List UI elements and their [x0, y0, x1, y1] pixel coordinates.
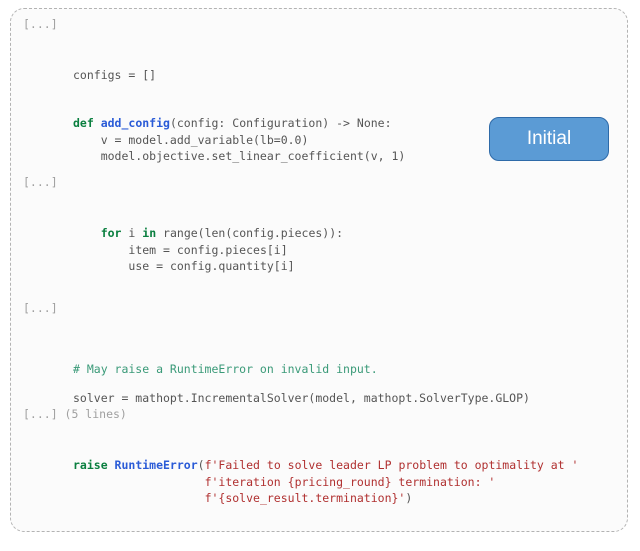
ellipsis-bottom: [...] (5 lines) — [23, 407, 127, 421]
indent — [73, 475, 205, 489]
keyword-in: in — [135, 226, 163, 240]
code-block-1: configs = [] — [73, 67, 156, 84]
loop-iter: range(len(config.pieces)): — [163, 226, 343, 240]
keyword-def: def — [73, 116, 101, 130]
indent — [73, 259, 101, 273]
badge-label: Initial — [527, 128, 571, 150]
function-signature: (config: Configuration) -> None: — [170, 116, 392, 130]
code-block-4: # May raise a RuntimeError on invalid in… — [73, 361, 530, 406]
code-line: solver = mathopt.IncrementalSolver(model… — [73, 391, 530, 405]
keyword-for: for — [101, 226, 129, 240]
function-name: add_config — [101, 116, 170, 130]
keyword-raise: raise — [73, 458, 115, 472]
paren-open: ( — [198, 458, 205, 472]
ellipsis-mid-2: [...] — [23, 301, 58, 315]
comment-line: # May raise a RuntimeError on invalid in… — [73, 362, 378, 376]
error-class: RuntimeError — [115, 458, 198, 472]
code-block-3: for i in range(len(config.pieces)): item… — [73, 225, 343, 275]
fstring-3: f'{solve_result.termination}' — [205, 491, 406, 505]
fstring-1: f'Failed to solve leader LP problem to o… — [205, 458, 579, 472]
ellipsis-mid-1: [...] — [23, 175, 58, 189]
code-block-2: def add_config(config: Configuration) ->… — [73, 115, 405, 165]
indent — [73, 491, 205, 505]
code-line: configs = [] — [73, 68, 156, 82]
code-panel: [...] configs = [] def add_config(config… — [10, 8, 628, 532]
fstring-2: f'iteration {pricing_round} termination:… — [205, 475, 496, 489]
indent — [73, 226, 101, 240]
code-line: v = model.add_variable(lb=0.0) — [73, 133, 308, 147]
ellipsis-top: [...] — [23, 17, 58, 31]
code-block-5: raise RuntimeError(f'Failed to solve lea… — [73, 457, 578, 507]
code-line: item = config.pieces[i] — [101, 243, 288, 257]
indent — [73, 243, 101, 257]
code-line: model.objective.set_linear_coefficient(v… — [73, 149, 405, 163]
badge-initial: Initial — [489, 117, 609, 161]
paren-close: ) — [405, 491, 412, 505]
code-line: use = config.quantity[i] — [101, 259, 295, 273]
